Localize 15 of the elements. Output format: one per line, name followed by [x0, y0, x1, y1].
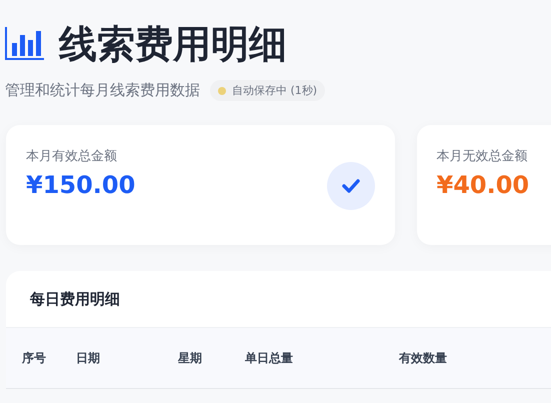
check-icon [326, 162, 374, 210]
column-header: 有效数量 [399, 350, 448, 366]
card-label: 本月有效总金额 [26, 148, 118, 165]
column-header: 星期 [178, 350, 203, 366]
card-amount: ¥40.00 [436, 171, 530, 199]
column-header: 日期 [76, 350, 101, 366]
bar-chart-icon [5, 27, 45, 61]
card-amount: ¥150.00 [26, 171, 136, 199]
autosave-status: 自动保存中 (1秒) [210, 80, 326, 101]
page-subtitle: 管理和统计每月线索费用数据 [5, 81, 200, 100]
column-header: 单日总量 [245, 350, 294, 366]
column-header: 序号 [22, 350, 46, 366]
table-title: 每日费用明细 [29, 289, 121, 310]
card-label: 本月无效总金额 [436, 148, 528, 165]
page-title: 线索费用明细 [59, 21, 287, 68]
